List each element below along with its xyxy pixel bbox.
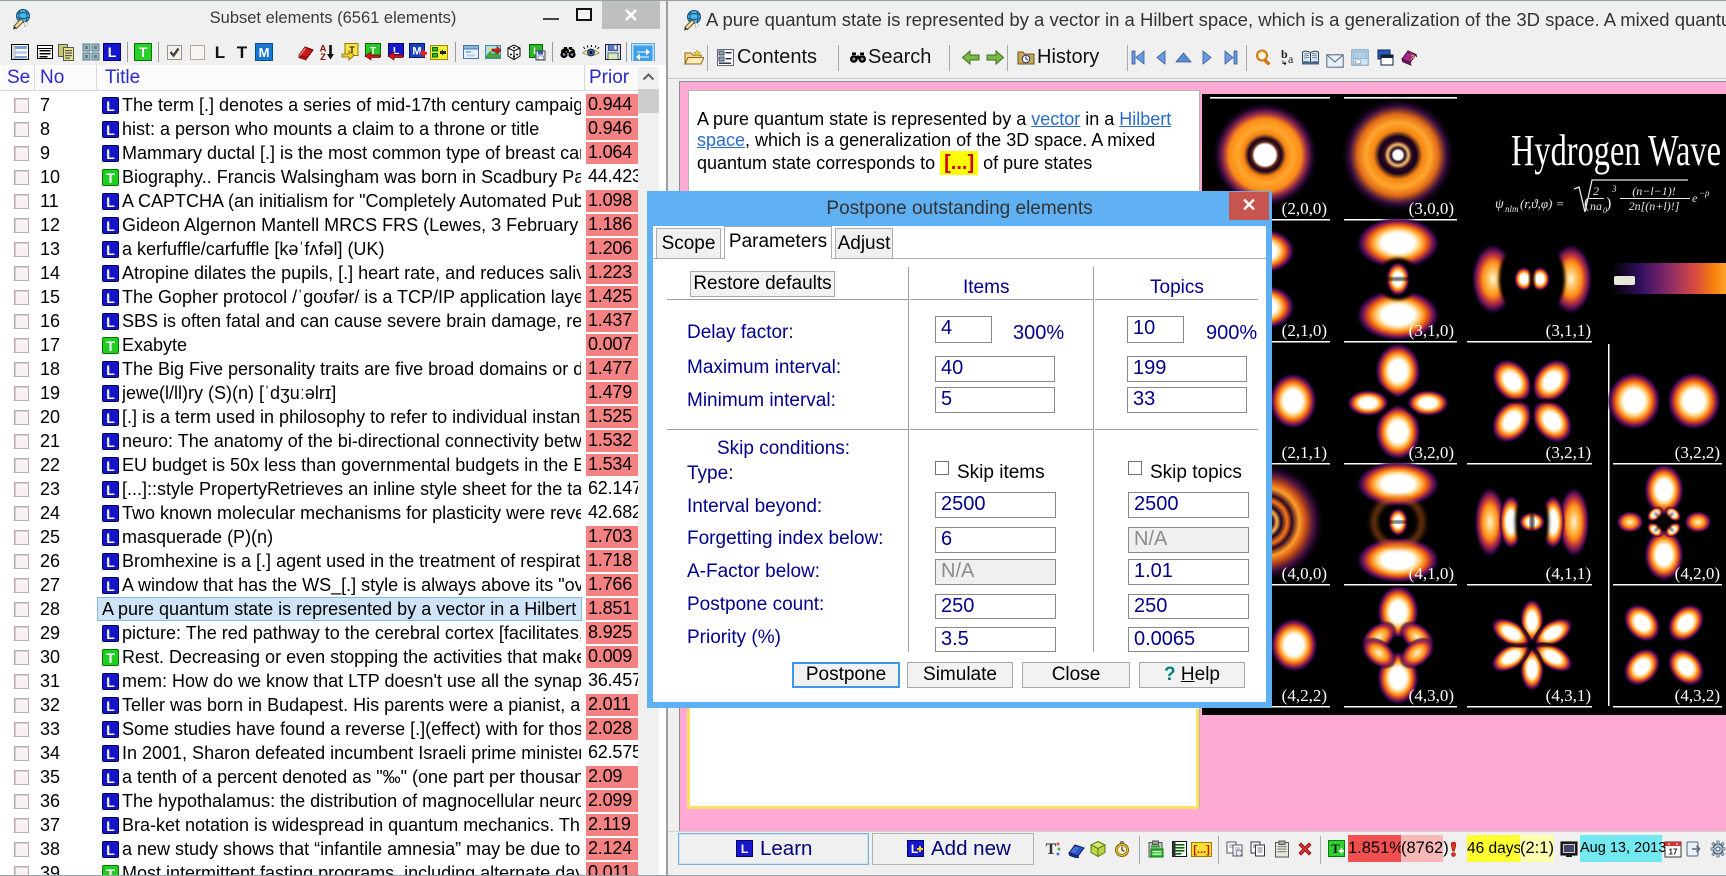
svg-text:(4,1,0): (4,1,0) <box>1409 564 1454 583</box>
svg-text:(4,0,0): (4,0,0) <box>1282 564 1327 583</box>
svg-text:(3,2,2): (3,2,2) <box>1675 443 1720 462</box>
svg-text:(3,1,0): (3,1,0) <box>1409 321 1454 340</box>
svg-text:Hydrogen Wave: Hydrogen Wave <box>1511 126 1721 175</box>
svg-text:x...: x... <box>1354 60 1360 65</box>
svg-text:?: ? <box>1409 54 1415 62</box>
svg-text:(4,2,2): (4,2,2) <box>1282 686 1327 705</box>
svg-text:nlm: nlm <box>1505 204 1519 214</box>
svg-text:T: T <box>237 43 248 61</box>
svg-text:17: 17 <box>1669 848 1678 857</box>
svg-text:na: na <box>1590 199 1602 213</box>
svg-text:a: a <box>1288 52 1294 66</box>
svg-text:[...]: [...] <box>1193 844 1210 856</box>
svg-text:b: b <box>1281 48 1288 61</box>
svg-text:L: L <box>108 44 117 60</box>
svg-text:M: M <box>412 46 421 58</box>
svg-text:(r,ϑ,φ) =: (r,ϑ,φ) = <box>1520 196 1564 211</box>
svg-text:T: T <box>1046 841 1057 858</box>
svg-text:(3,2,1): (3,2,1) <box>1546 443 1591 462</box>
svg-text:ψ: ψ <box>1495 197 1504 212</box>
svg-text:2n[(n+l)!]: 2n[(n+l)!] <box>1629 199 1680 213</box>
svg-text:M: M <box>259 45 270 60</box>
svg-text:(4,3,1): (4,3,1) <box>1546 686 1591 705</box>
svg-text:−ρ: −ρ <box>1699 188 1710 198</box>
svg-text:(4,1,1): (4,1,1) <box>1546 564 1591 583</box>
svg-text:(2,0,0): (2,0,0) <box>1282 199 1327 218</box>
svg-text:(: ( <box>1584 195 1589 212</box>
svg-text:2: 2 <box>1593 184 1599 198</box>
svg-text:(2,1,0): (2,1,0) <box>1282 321 1327 340</box>
svg-text:(4,3,0): (4,3,0) <box>1409 686 1454 705</box>
svg-text:L: L <box>215 43 225 61</box>
svg-text:T: T <box>1331 841 1340 856</box>
svg-text:Z: Z <box>320 52 326 61</box>
svg-text:3: 3 <box>1611 184 1617 194</box>
svg-text:(3,2,0): (3,2,0) <box>1409 443 1454 462</box>
svg-text:(3,1,1): (3,1,1) <box>1546 321 1591 340</box>
svg-text:(4,2,0): (4,2,0) <box>1675 564 1720 583</box>
svg-text:L: L <box>741 842 748 856</box>
svg-text:(3,0,0): (3,0,0) <box>1409 199 1454 218</box>
svg-text:(n−l−1)!: (n−l−1)! <box>1632 184 1676 198</box>
svg-text:e: e <box>1692 191 1698 205</box>
svg-text:T: T <box>139 44 148 60</box>
svg-text:): ) <box>1606 195 1611 212</box>
svg-text:(2,1,1): (2,1,1) <box>1282 443 1327 462</box>
svg-text:(4,3,2): (4,3,2) <box>1675 686 1720 705</box>
